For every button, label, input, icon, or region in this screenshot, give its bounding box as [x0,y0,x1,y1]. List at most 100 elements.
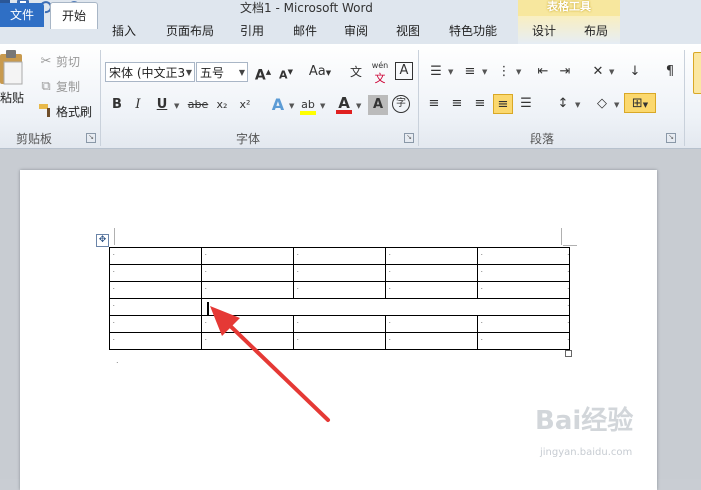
chevron-down-icon[interactable]: ▼ [448,68,453,76]
font-launcher-icon[interactable]: ↘ [404,133,414,143]
tab-file[interactable]: 文件 [0,3,44,27]
table-cell[interactable]: . [293,264,386,282]
table-resize-handle[interactable] [565,350,572,357]
tab-page-layout[interactable]: 页面布局 [160,18,220,44]
table-cell[interactable]: . [293,247,386,265]
table-move-handle-icon[interactable]: ✥ [96,234,109,247]
change-case-icon[interactable]: Aa▼ [307,62,333,82]
enclose-characters-icon[interactable]: 字 [392,95,410,113]
italic-icon[interactable]: I [128,95,148,115]
line-spacing-icon[interactable]: ↕ [553,94,573,114]
chevron-down-icon[interactable]: ▼ [482,68,487,76]
tab-mailings[interactable]: 邮件 [285,18,325,44]
format-painter-button[interactable]: 格式刷 [56,102,92,122]
table-cell[interactable]: . [201,281,294,299]
chevron-down-icon[interactable]: ▼ [575,101,580,109]
subscript-icon[interactable]: x₂ [212,95,232,115]
tab-references[interactable]: 引用 [232,18,272,44]
table-cell[interactable]: . [477,247,570,265]
chevron-down-icon[interactable]: ▼ [320,102,325,110]
copy-icon[interactable]: ⧉ [36,77,56,97]
chevron-down-icon[interactable]: ▼ [609,68,614,76]
bullets-icon[interactable]: ☰ [426,62,446,82]
table-cell[interactable]: . [385,281,478,299]
table-cell[interactable]: . [293,281,386,299]
grow-font-icon[interactable]: A▲ [253,62,273,84]
paragraph-mark: . [116,356,119,365]
cut-button[interactable]: 剪切 [56,52,80,72]
font-name-value: 宋体 (中文正3 [109,66,186,80]
tab-special[interactable]: 特色功能 [442,18,504,44]
paste-icon[interactable] [0,50,26,88]
table-cell[interactable]: . [109,247,202,265]
strikethrough-icon[interactable]: abe [186,95,210,115]
table-cell[interactable]: . [109,332,202,350]
table-cell[interactable]: . [109,315,202,333]
font-color-icon[interactable]: A [334,93,354,114]
table-cell[interactable]: . [385,332,478,350]
numbering-icon[interactable]: ≡ [460,62,480,82]
distributed-icon[interactable]: ☰ [516,94,536,114]
chevron-down-icon[interactable]: ▼ [174,102,179,110]
shading-icon[interactable]: ◇ [592,94,612,114]
superscript-icon[interactable]: x² [235,95,255,115]
show-marks-icon[interactable]: ¶ [660,62,680,82]
align-left-icon[interactable]: ≡ [424,94,444,114]
chinese-layout-icon[interactable]: ✕ [588,62,608,82]
table-cell[interactable]: . [477,315,570,333]
chevron-down-icon[interactable]: ▼ [516,68,521,76]
table-cell[interactable]: . [109,264,202,282]
table-cell[interactable]: . [109,281,202,299]
character-shading-icon[interactable]: A [368,95,388,115]
styles-gallery[interactable] [693,52,701,94]
chevron-down-icon[interactable]: ▼ [289,102,294,110]
cut-icon[interactable]: ✂ [36,52,56,72]
shrink-font-icon[interactable]: A▼ [276,62,296,82]
chevron-down-icon: ▼ [185,68,192,77]
decrease-indent-icon[interactable]: ⇤ [533,62,553,82]
chevron-down-icon[interactable]: ▼ [356,102,361,110]
align-center-icon[interactable]: ≡ [447,94,467,114]
align-right-icon[interactable]: ≡ [470,94,490,114]
underline-icon[interactable]: U [152,95,172,115]
highlight-icon[interactable]: ab [298,95,318,115]
font-size-value: 五号 [200,66,225,80]
tab-view[interactable]: 视图 [388,18,428,44]
chevron-down-icon[interactable]: ▼ [614,101,619,109]
clear-format-icon[interactable]: 文 [346,62,366,82]
sort-icon[interactable]: ↓ [625,62,645,82]
table-cell[interactable]: . [477,264,570,282]
table-cell[interactable]: . [109,298,202,316]
copy-button[interactable]: 复制 [56,77,80,97]
multilevel-list-icon[interactable]: ⋮ [494,62,514,82]
format-painter-icon[interactable] [36,102,56,122]
watermark-logo: Bai经验 [535,406,634,436]
tab-review[interactable]: 审阅 [336,18,376,44]
table-cell[interactable]: . [477,332,570,350]
borders-icon[interactable]: ⊞▼ [624,93,656,113]
tab-insert[interactable]: 插入 [104,18,144,44]
table-cell[interactable]: . [201,264,294,282]
margin-mark [561,228,562,245]
clipboard-launcher-icon[interactable]: ↘ [86,133,96,143]
table-cell[interactable]: . [477,281,570,299]
phonetic-guide-icon[interactable]: wén 文 [370,58,390,85]
margin-mark [563,245,577,246]
table-cell[interactable]: . [385,315,478,333]
table-cell[interactable]: . [385,264,478,282]
paragraph-launcher-icon[interactable]: ↘ [666,133,676,143]
tab-design[interactable]: 设计 [524,18,564,44]
bold-icon[interactable]: B [107,95,127,115]
table-cell[interactable]: . [201,247,294,265]
font-name-combo[interactable]: 宋体 (中文正3 ▼ [105,62,195,82]
tab-home[interactable]: 开始 [50,2,98,29]
font-size-combo[interactable]: 五号 ▼ [196,62,248,82]
character-border-icon[interactable]: A [395,62,413,80]
table-row: . . . . . [109,264,570,282]
tab-layout[interactable]: 布局 [576,18,616,44]
paste-button[interactable]: 粘贴 [0,88,24,108]
justify-icon[interactable]: ≡ [493,94,513,114]
table-cell[interactable]: . [385,247,478,265]
text-effects-icon[interactable]: A [268,95,288,115]
increase-indent-icon[interactable]: ⇥ [555,62,575,82]
